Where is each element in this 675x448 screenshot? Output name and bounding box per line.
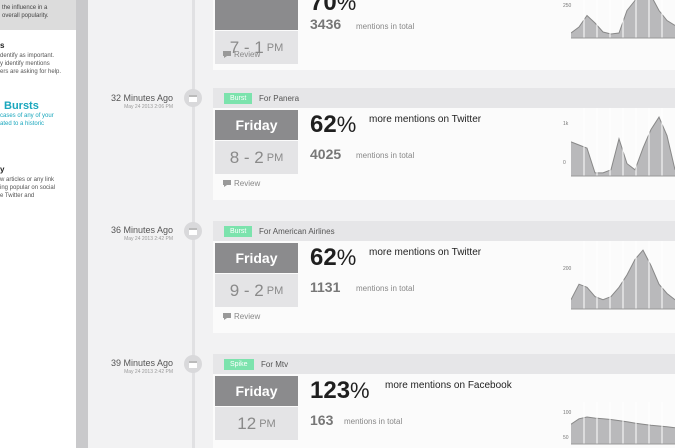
sidebar-section-title: s [0, 41, 5, 50]
time-ago: 39 Minutes Ago [110, 358, 173, 368]
event-date: May 24 2013 2:42 PM [124, 236, 173, 242]
sidebar: the influence in a overall popularity. s… [0, 0, 80, 448]
event-header: Spike For Mtv [213, 354, 675, 374]
timeline-node [184, 222, 202, 240]
event-card[interactable]: Burst For American Airlines Friday 9 - 2… [213, 221, 675, 333]
sparkline-plot [571, 241, 675, 310]
event-header: Burst For American Airlines [213, 221, 675, 241]
event-brand: For Mtv [261, 360, 289, 369]
sparkline-plot [571, 108, 675, 177]
event-date: May 24 2013 2:42 PM [124, 369, 173, 375]
mention-count-label: mentions in total [356, 284, 415, 293]
event-card[interactable]: 7 - 1 PM 70% 3436 mentions in total Revie… [213, 0, 675, 70]
event-type-badge: Burst [224, 226, 253, 237]
sidebar-section-title: Bursts [4, 100, 39, 112]
event-card[interactable]: Spike For Mtv Friday 12 PM 123% more ment… [213, 354, 675, 448]
sidebar-section-title: y [0, 165, 5, 174]
event-type-badge: Spike [224, 359, 254, 370]
review-icon [223, 313, 231, 320]
sidebar-section-1: s dentify as important. y identify menti… [0, 42, 78, 76]
event-brand: For Panera [259, 94, 300, 103]
sparkline-tick: 1k [563, 120, 569, 127]
mention-count-label: mentions in total [356, 151, 415, 160]
calendar-icon [189, 95, 197, 102]
sidebar-section-3: y w articles or any link ing popular on … [0, 166, 78, 200]
event-card[interactable]: Burst For Panera Friday 8 - 2 PM 62% more… [213, 88, 675, 200]
percent-increase: 62% [310, 111, 357, 138]
calendar-icon [189, 228, 197, 235]
percent-increase: 62% [310, 244, 357, 271]
review-link[interactable]: Review [223, 312, 260, 321]
event-brand: For American Airlines [259, 227, 335, 236]
review-link[interactable]: Review [223, 179, 260, 188]
sidebar-section-bursts[interactable]: Bursts cases of any of your ated to a hi… [0, 100, 78, 128]
time-ago: 36 Minutes Ago [110, 225, 173, 235]
sparkline-tick: 0 [563, 159, 566, 166]
day-label: Friday [215, 376, 298, 406]
event-header: Burst For Panera [213, 88, 675, 108]
mention-count: 1131 [310, 279, 341, 295]
time-ago: 32 Minutes Ago [110, 93, 173, 103]
sparkline-chart: 100 50 [563, 402, 675, 448]
sparkline-chart: 1k 0 [563, 108, 675, 180]
review-link[interactable]: Review [223, 50, 260, 59]
increase-description: more mentions on Facebook [385, 380, 512, 391]
day-label: Friday [215, 110, 298, 140]
timeline-node [184, 355, 202, 373]
event-type-badge: Burst [224, 93, 253, 104]
hour-range: 7 - 1 PM [215, 31, 298, 64]
sparkline-tick: 50 [563, 435, 569, 442]
increase-description: more mentions on Twitter [369, 114, 482, 125]
increase-description: more mentions on Twitter [369, 247, 482, 258]
mention-count-label: mentions in total [356, 22, 415, 31]
review-icon [223, 51, 231, 58]
mention-count: 3436 [310, 16, 342, 32]
percent-increase: 123% [310, 377, 370, 404]
sparkline-plot [571, 402, 675, 445]
review-icon [223, 180, 231, 187]
sparkline-chart: 200 [563, 241, 675, 313]
sidebar-top-band: the influence in a overall popularity. [0, 0, 80, 30]
day-label [215, 0, 298, 30]
calendar-icon [189, 361, 197, 368]
sidebar-divider [76, 0, 88, 448]
hour-range: 8 - 2 PM [215, 141, 298, 174]
mention-count: 163 [310, 412, 334, 428]
sidebar-top-text: the influence in a overall popularity. [2, 5, 49, 19]
event-date: May 24 2013 2:06 PM [124, 104, 173, 110]
day-label: Friday [215, 243, 298, 273]
sparkline-chart: 250 [563, 0, 675, 42]
hour-range: 9 - 2 PM [215, 274, 298, 307]
timeline-node [184, 89, 202, 107]
sparkline-plot [571, 0, 675, 39]
mention-count-label: mentions in total [344, 417, 403, 426]
hour-range: 12 PM [215, 407, 298, 440]
mention-count: 4025 [310, 146, 342, 162]
